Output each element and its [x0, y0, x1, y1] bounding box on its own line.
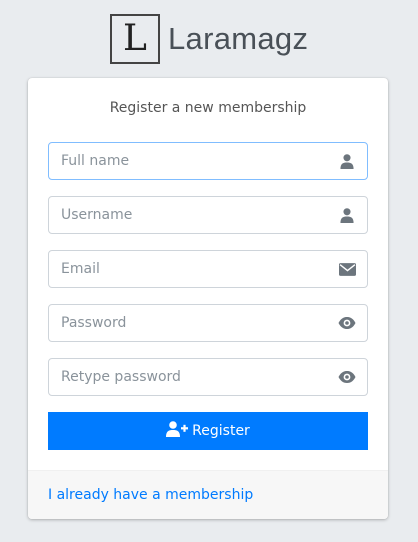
brand-name: Laramagz [168, 21, 309, 56]
full-name-group [48, 142, 368, 180]
email-input[interactable] [49, 251, 327, 287]
full-name-input[interactable] [49, 143, 327, 179]
retype-password-group [48, 358, 368, 396]
password-group [48, 304, 368, 342]
username-group [48, 196, 368, 234]
eye-icon[interactable] [327, 305, 367, 341]
password-input[interactable] [49, 305, 327, 341]
user-plus-icon [166, 421, 192, 441]
register-button[interactable]: Register [48, 412, 368, 450]
envelope-icon [327, 251, 367, 287]
card-footer: I already have a membership [28, 470, 388, 519]
brand-logo: L Laramagz [110, 14, 308, 64]
register-button-label: Register [192, 423, 250, 439]
logo-mark: L [110, 14, 160, 64]
eye-icon[interactable] [327, 359, 367, 395]
form-title: Register a new membership [109, 100, 307, 116]
register-card: Register a new membership Regi [28, 78, 388, 519]
user-icon [327, 197, 367, 233]
email-group [48, 250, 368, 288]
user-icon [327, 143, 367, 179]
retype-password-input[interactable] [49, 359, 327, 395]
username-input[interactable] [49, 197, 327, 233]
login-link[interactable]: I already have a membership [48, 487, 253, 503]
